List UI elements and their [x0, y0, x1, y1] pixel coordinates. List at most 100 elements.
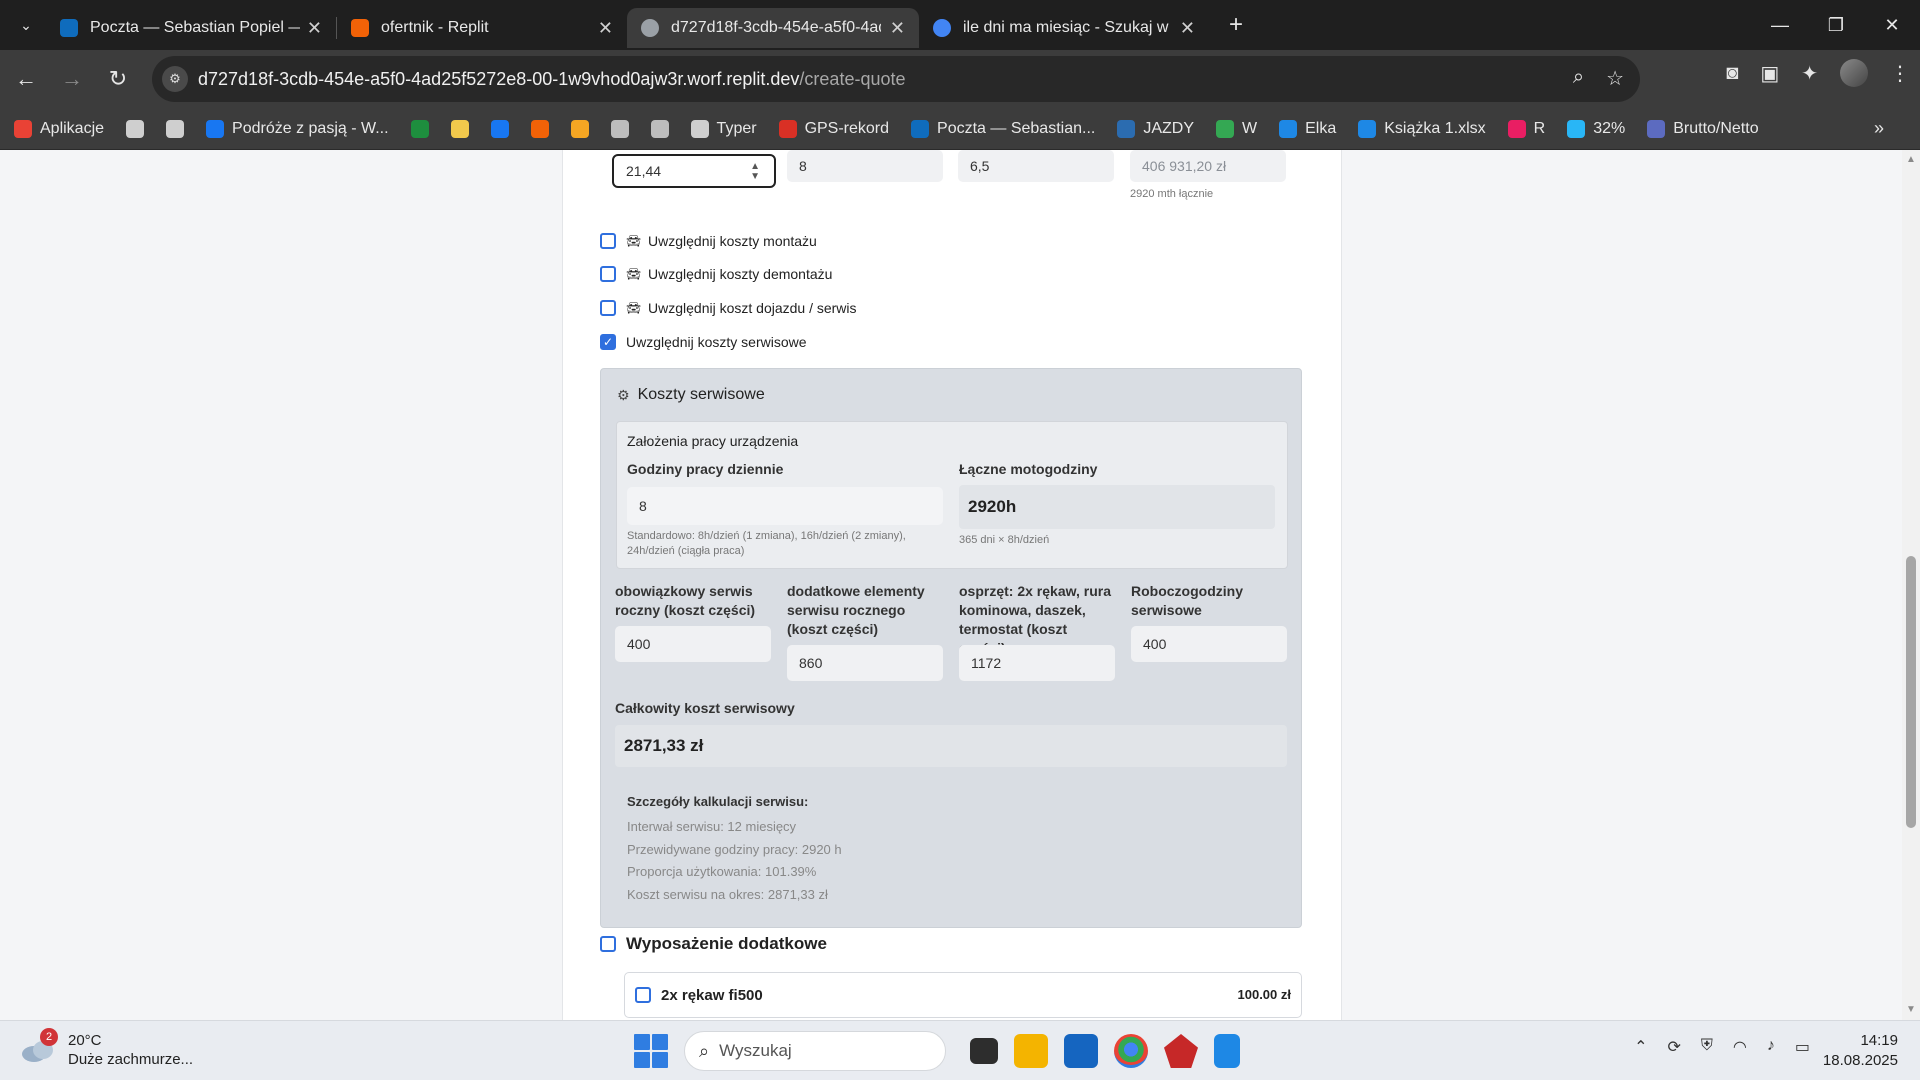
bookmark-item[interactable]: Książka 1.xlsx: [1358, 119, 1486, 138]
scroll-up-arrow-icon[interactable]: ▲: [1906, 154, 1916, 165]
assembly-checkbox[interactable]: [600, 233, 616, 249]
number-stepper-icon[interactable]: ▲ ▼: [750, 162, 760, 182]
bookmark-item[interactable]: [126, 119, 152, 138]
chrome-icon[interactable]: [1114, 1034, 1148, 1068]
taskbar-clock[interactable]: 14:19 18.08.2025: [1823, 1031, 1898, 1071]
service-costs-panel: ⚙ Koszty serwisowe Założenia pracy urząd…: [600, 368, 1302, 928]
option-assembly-cost[interactable]: 🚘︎ Uwzględnij koszty montażu: [600, 233, 817, 249]
weather-widget[interactable]: 2 20°C Duże zachmurze...: [20, 1028, 193, 1069]
tab-google-search[interactable]: ile dni ma miesiąc - Szukaj w Go ✕: [919, 8, 1209, 48]
profile-avatar[interactable]: [1840, 59, 1868, 87]
new-tab-plus-icon[interactable]: +: [1219, 8, 1253, 42]
tab-replit[interactable]: ofertnik - Replit ✕: [337, 8, 627, 48]
vpn-shield-icon[interactable]: ⛨: [1701, 1037, 1713, 1057]
address-bar[interactable]: ⚙ d727d18f-3cdb-454e-a5f0-4ad25f5272e8-0…: [152, 56, 1640, 102]
option-travel-cost[interactable]: 🚘︎ Uwzględnij koszt dojazdu / serwis: [600, 300, 857, 316]
close-icon[interactable]: ✕: [890, 18, 905, 39]
bookmark-item[interactable]: W: [1216, 119, 1258, 138]
bookmark-item[interactable]: Typer: [690, 119, 757, 138]
close-icon[interactable]: ✕: [307, 18, 322, 39]
notepad-icon[interactable]: [1214, 1034, 1240, 1068]
forward-arrow-icon[interactable]: →: [52, 59, 92, 99]
bookmark-item[interactable]: [166, 119, 192, 138]
zoom-icon[interactable]: ⌕: [1573, 66, 1584, 91]
bookmark-item[interactable]: R: [1507, 119, 1546, 138]
media-cast-icon[interactable]: ▣: [1760, 61, 1779, 86]
clock-date: 18.08.2025: [1822, 1052, 1898, 1069]
unit-price-input[interactable]: 21,44 ▲ ▼: [612, 154, 776, 188]
windows-start-icon[interactable]: [634, 1034, 668, 1068]
travel-checkbox[interactable]: [600, 300, 616, 316]
tab-active-quote[interactable]: d727d18f-3cdb-454e-a5f0-4ad ✕: [627, 8, 919, 48]
accessories-input[interactable]: 1172: [959, 645, 1115, 681]
bookmark-item[interactable]: [530, 119, 557, 138]
file-explorer-icon[interactable]: [1014, 1034, 1048, 1068]
battery-icon[interactable]: ▭: [1795, 1037, 1810, 1057]
bookmark-item[interactable]: Podróże z pasją - W...: [206, 119, 389, 138]
scroll-down-arrow-icon[interactable]: ▼: [1906, 1004, 1916, 1015]
bookmark-item[interactable]: [610, 119, 637, 138]
reload-icon[interactable]: ↻: [98, 59, 138, 99]
bookmark-label: GPS-rekord: [804, 119, 890, 137]
bookmark-item[interactable]: [490, 119, 517, 138]
bookmark-item[interactable]: GPS-rekord: [778, 119, 890, 138]
bookmark-star-icon[interactable]: ☆: [1606, 66, 1624, 91]
task-view-icon[interactable]: [970, 1038, 998, 1064]
service-checkbox-checked[interactable]: ✓: [600, 334, 616, 350]
game-app-icon[interactable]: [1164, 1034, 1198, 1068]
bookmark-favicon-icon: [778, 119, 797, 138]
bookmark-favicon-icon: [166, 119, 185, 138]
disassembly-checkbox[interactable]: [600, 266, 616, 282]
tab-search-chevron-icon[interactable]: ⌄: [6, 5, 46, 45]
restore-icon[interactable]: ❐: [1808, 0, 1864, 50]
daily-hours-input[interactable]: 8: [787, 150, 943, 182]
bookmark-item[interactable]: [450, 119, 477, 138]
sync-icon[interactable]: ⟳: [1667, 1037, 1680, 1057]
browser-menu-icon[interactable]: ⋮: [1890, 61, 1910, 86]
bookmark-label: W: [1242, 119, 1258, 137]
mandatory-service-input[interactable]: 400: [615, 626, 771, 662]
bookmark-item[interactable]: [650, 119, 677, 138]
bookmarks-overflow-chevron-icon[interactable]: »: [1874, 118, 1884, 139]
bookmark-item[interactable]: Elka: [1279, 119, 1336, 138]
bookmark-item[interactable]: 32%: [1567, 119, 1625, 138]
close-window-icon[interactable]: ✕: [1864, 0, 1920, 50]
rate-value: 6,5: [970, 158, 990, 174]
tab-outlook[interactable]: Poczta — Sebastian Popiel — O ✕: [46, 8, 336, 48]
page-scrollbar[interactable]: ▲ ▼: [1902, 150, 1920, 1020]
tray-overflow-chevron-icon[interactable]: ⌃: [1634, 1037, 1647, 1057]
bookmark-item[interactable]: JAZDY: [1117, 119, 1194, 138]
bookmark-item[interactable]: Aplikacje: [14, 119, 104, 138]
extra-item-checkbox[interactable]: [635, 987, 651, 1003]
option-service-cost[interactable]: ✓ Uwzględnij koszty serwisowe: [600, 334, 807, 350]
site-settings-icon[interactable]: ⚙: [162, 66, 188, 92]
microsoft-store-icon[interactable]: [1064, 1034, 1098, 1068]
tab-title: ofertnik - Replit: [381, 19, 489, 36]
bookmark-item[interactable]: Poczta — Sebastian...: [911, 119, 1095, 138]
extensions-puzzle-icon[interactable]: ✦: [1801, 61, 1818, 86]
additional-elements-input[interactable]: 860: [787, 645, 943, 681]
extra-equipment-toggle[interactable]: Wyposażenie dodatkowe: [600, 934, 827, 954]
screenshot-camera-icon[interactable]: ◙: [1726, 62, 1738, 85]
rate-input[interactable]: 6,5: [958, 150, 1114, 182]
bookmark-label: R: [1533, 119, 1546, 137]
wifi-icon[interactable]: ◠: [1733, 1037, 1747, 1057]
extra-item-sleeve[interactable]: 2x rękaw fi500 100.00 zł: [624, 972, 1302, 1018]
service-labor-hours-input[interactable]: 400: [1131, 626, 1287, 662]
back-arrow-icon[interactable]: ←: [6, 59, 46, 99]
system-tray: ⌃ ⟳ ⛨ ◠ ♪ ▭: [1634, 1037, 1810, 1057]
bookmark-item[interactable]: [570, 119, 597, 138]
close-icon[interactable]: ✕: [1180, 18, 1195, 39]
taskbar-search[interactable]: ⌕ Wyszukaj: [684, 1031, 946, 1071]
hours-per-day-input[interactable]: 8: [627, 487, 943, 525]
extra-equipment-checkbox[interactable]: [600, 936, 616, 952]
minimize-icon[interactable]: —: [1752, 0, 1808, 50]
bookmark-item[interactable]: [410, 119, 437, 138]
option-disassembly-cost[interactable]: 🚘︎ Uwzględnij koszty demontażu: [600, 266, 832, 282]
close-icon[interactable]: ✕: [598, 18, 613, 39]
bookmark-item[interactable]: Brutto/Netto: [1647, 119, 1759, 138]
volume-icon[interactable]: ♪: [1767, 1037, 1775, 1057]
service-details-title: Szczegóły kalkulacji serwisu:: [627, 794, 809, 809]
car-icon: 🚘︎: [626, 267, 642, 281]
scrollbar-thumb[interactable]: [1906, 556, 1916, 828]
